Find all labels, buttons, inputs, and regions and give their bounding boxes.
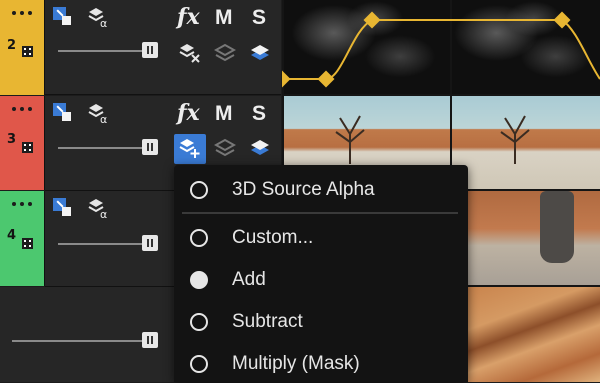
track-4-clip-thumbnail[interactable] xyxy=(468,191,600,285)
parent-mask-icon[interactable]: α xyxy=(87,102,111,124)
keyframe[interactable] xyxy=(363,11,381,29)
master-level-slider[interactable] xyxy=(12,340,144,342)
track-4-expand-icon[interactable] xyxy=(22,238,33,249)
radio-icon xyxy=(190,229,208,247)
dead-tree-image xyxy=(335,115,365,164)
track-2-number: 2 xyxy=(7,38,17,53)
parent-mask-icon[interactable]: α xyxy=(87,197,111,219)
dead-tree-image xyxy=(500,115,530,164)
track-4-menu-icon[interactable] xyxy=(11,200,33,208)
svg-text:α: α xyxy=(100,17,107,28)
track-2-level-slider[interactable] xyxy=(58,50,144,52)
keyframe[interactable] xyxy=(282,70,291,88)
opacity-keyframe-curve[interactable] xyxy=(282,0,600,94)
compositing-mode-icon[interactable] xyxy=(53,198,71,216)
radio-icon xyxy=(190,313,208,331)
track-2-mute-button[interactable]: M xyxy=(215,6,233,30)
menu-item-subtract[interactable]: Subtract xyxy=(174,303,468,341)
tree-trunk-image xyxy=(540,191,574,263)
menu-item-multiply-mask[interactable]: Multiply (Mask) xyxy=(174,345,468,383)
track-4-level-slider-handle[interactable] xyxy=(142,235,158,251)
track-2-solo-button[interactable]: S xyxy=(252,6,266,30)
track-3-level-slider[interactable] xyxy=(58,147,144,149)
menu-item-label: Multiply (Mask) xyxy=(232,353,360,374)
menu-item-add[interactable]: Add xyxy=(174,261,468,299)
svg-text:α: α xyxy=(100,208,107,219)
svg-text:α: α xyxy=(100,113,107,124)
layers-icon[interactable] xyxy=(214,137,236,159)
layers-filled-icon[interactable] xyxy=(249,42,271,64)
compositing-mode-icon[interactable] xyxy=(53,103,71,121)
menu-item-label: Custom... xyxy=(232,227,314,248)
track-2-controls xyxy=(45,0,281,95)
radio-icon xyxy=(190,355,208,373)
master-clip-thumbnail[interactable] xyxy=(468,287,600,382)
track-3-level-slider-handle[interactable] xyxy=(142,139,158,155)
track-4-level-slider[interactable] xyxy=(58,243,144,245)
track-4-number: 4 xyxy=(7,228,17,243)
track-3-expand-icon[interactable] xyxy=(22,142,33,153)
menu-item-label: Add xyxy=(232,269,266,290)
menu-item-label: 3D Source Alpha xyxy=(232,179,375,200)
add-mask-icon xyxy=(179,139,200,158)
track-3-solo-button[interactable]: S xyxy=(252,102,266,126)
radio-selected-icon xyxy=(190,271,208,289)
keyframe[interactable] xyxy=(317,70,335,88)
menu-item-3d-source-alpha[interactable]: 3D Source Alpha xyxy=(174,171,468,209)
compositing-mode-icon[interactable] xyxy=(53,7,71,25)
parent-mask-icon[interactable]: α xyxy=(87,6,111,28)
menu-separator xyxy=(182,212,458,214)
layers-filled-icon[interactable] xyxy=(249,137,271,159)
layers-icon[interactable] xyxy=(214,42,236,64)
remove-mask-icon[interactable] xyxy=(178,42,202,64)
track-3-fx-button[interactable]: fx xyxy=(177,100,200,126)
track-2-menu-icon[interactable] xyxy=(11,9,33,17)
track-3-mute-button[interactable]: M xyxy=(215,102,233,126)
menu-item-custom[interactable]: Custom... xyxy=(174,219,468,257)
radio-icon xyxy=(190,181,208,199)
blend-mode-menu: 3D Source Alpha Custom... Add Subtract M… xyxy=(174,165,468,382)
track-2-level-slider-handle[interactable] xyxy=(142,42,158,58)
track-3-menu-icon[interactable] xyxy=(11,105,33,113)
track-3-number: 3 xyxy=(7,132,17,147)
track-2-fx-button[interactable]: fx xyxy=(177,4,200,30)
track-2-expand-icon[interactable] xyxy=(22,46,33,57)
menu-item-label: Subtract xyxy=(232,311,303,332)
master-level-slider-handle[interactable] xyxy=(142,332,158,348)
